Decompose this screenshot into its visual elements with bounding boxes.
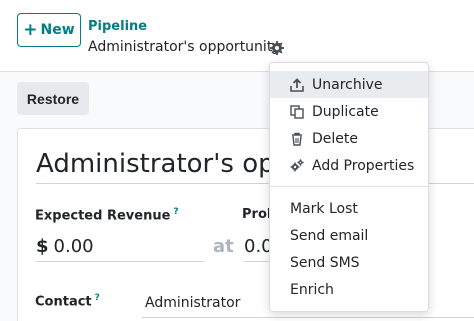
menu-item-send-email[interactable]: Send email <box>270 222 428 249</box>
menu-item-enrich[interactable]: Enrich <box>270 276 428 303</box>
cogs-icon <box>290 158 304 173</box>
menu-item-label: Duplicate <box>312 103 379 120</box>
at-label: at <box>213 236 234 257</box>
new-button-label: New <box>40 22 75 38</box>
menu-item-add-properties[interactable]: Add Properties <box>270 152 428 179</box>
gear-icon[interactable] <box>269 40 285 56</box>
menu-item-label: Delete <box>312 130 358 147</box>
breadcrumb-pipeline[interactable]: Pipeline <box>88 19 147 34</box>
breadcrumb-current: Administrator's opportunity <box>88 39 281 55</box>
trash-icon <box>290 132 304 146</box>
copy-icon <box>290 104 304 119</box>
menu-item-duplicate[interactable]: Duplicate <box>270 98 428 125</box>
expected-revenue-label: Expected Revenue? <box>35 207 179 223</box>
plus-icon: + <box>23 19 38 40</box>
menu-divider <box>270 186 428 187</box>
contact-label-text: Contact <box>35 294 92 310</box>
action-menu: Unarchive Duplicate Delete Add Propertie… <box>269 62 429 312</box>
restore-button[interactable]: Restore <box>17 82 89 115</box>
help-icon[interactable]: ? <box>173 207 178 217</box>
expected-revenue-value: 0.00 <box>53 236 94 257</box>
upload-icon <box>290 77 304 92</box>
help-icon[interactable]: ? <box>95 293 100 303</box>
expected-revenue-input[interactable]: $0.00 <box>36 232 204 262</box>
menu-item-mark-lost[interactable]: Mark Lost <box>270 195 428 222</box>
new-button[interactable]: + New <box>17 13 81 47</box>
currency-symbol: $ <box>36 236 49 257</box>
menu-item-delete[interactable]: Delete <box>270 125 428 152</box>
menu-item-label: Unarchive <box>312 76 383 93</box>
expected-revenue-label-text: Expected Revenue <box>35 208 171 224</box>
menu-item-send-sms[interactable]: Send SMS <box>270 249 428 276</box>
contact-label: Contact? <box>35 293 100 309</box>
menu-item-label: Add Properties <box>312 157 415 174</box>
menu-item-unarchive[interactable]: Unarchive <box>270 71 428 98</box>
